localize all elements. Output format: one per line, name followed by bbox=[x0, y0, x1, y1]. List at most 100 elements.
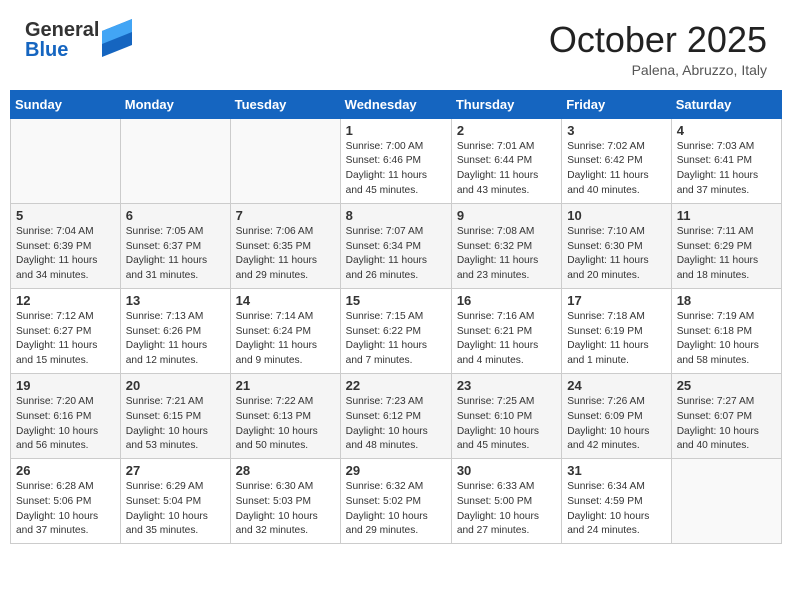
day-number: 26 bbox=[16, 463, 115, 478]
weekday-header: Monday bbox=[120, 90, 230, 118]
weekday-header: Saturday bbox=[671, 90, 781, 118]
calendar-cell: 26 Sunrise: 6:28 AM Sunset: 5:06 PM Dayli… bbox=[11, 459, 121, 544]
day-info: Sunrise: 7:20 AM Sunset: 6:16 PM Dayligh… bbox=[16, 395, 115, 454]
day-info: Sunrise: 7:00 AM Sunset: 6:46 PM Dayligh… bbox=[346, 140, 446, 199]
day-info: Sunrise: 7:15 AM Sunset: 6:22 PM Dayligh… bbox=[346, 310, 446, 369]
day-number: 25 bbox=[677, 378, 776, 393]
day-number: 8 bbox=[346, 208, 446, 223]
calendar-cell: 29 Sunrise: 6:32 AM Sunset: 5:02 PM Dayli… bbox=[340, 459, 451, 544]
day-number: 7 bbox=[236, 208, 335, 223]
day-info: Sunrise: 7:27 AM Sunset: 6:07 PM Dayligh… bbox=[677, 395, 776, 454]
day-number: 11 bbox=[677, 208, 776, 223]
day-info: Sunrise: 7:23 AM Sunset: 6:12 PM Dayligh… bbox=[346, 395, 446, 454]
day-info: Sunrise: 7:05 AM Sunset: 6:37 PM Dayligh… bbox=[126, 225, 225, 284]
day-info: Sunrise: 7:10 AM Sunset: 6:30 PM Dayligh… bbox=[567, 225, 665, 284]
weekday-header: Wednesday bbox=[340, 90, 451, 118]
day-info: Sunrise: 7:01 AM Sunset: 6:44 PM Dayligh… bbox=[457, 140, 556, 199]
calendar-cell: 4 Sunrise: 7:03 AM Sunset: 6:41 PM Daylig… bbox=[671, 118, 781, 203]
calendar-cell: 18Sunrise: 7:19 AM Sunset: 6:18 PM Dayli… bbox=[671, 288, 781, 373]
calendar-cell: 2 Sunrise: 7:01 AM Sunset: 6:44 PM Daylig… bbox=[451, 118, 561, 203]
day-number: 15 bbox=[346, 293, 446, 308]
day-number: 14 bbox=[236, 293, 335, 308]
calendar-cell: 10Sunrise: 7:10 AM Sunset: 6:30 PM Dayli… bbox=[562, 203, 671, 288]
day-number: 13 bbox=[126, 293, 225, 308]
day-number: 20 bbox=[126, 378, 225, 393]
calendar-week-row: 19 Sunrise: 7:20 AM Sunset: 6:16 PM Dayli… bbox=[11, 373, 782, 458]
calendar-cell: 28Sunrise: 6:30 AM Sunset: 5:03 PM Dayli… bbox=[230, 459, 340, 544]
day-number: 30 bbox=[457, 463, 556, 478]
day-number: 29 bbox=[346, 463, 446, 478]
calendar-cell: 27 Sunrise: 6:29 AM Sunset: 5:04 PM Dayli… bbox=[120, 459, 230, 544]
calendar-cell: 1Sunrise: 7:00 AM Sunset: 6:46 PM Daylig… bbox=[340, 118, 451, 203]
calendar-cell: 6 Sunrise: 7:05 AM Sunset: 6:37 PM Daylig… bbox=[120, 203, 230, 288]
day-info: Sunrise: 7:18 AM Sunset: 6:19 PM Dayligh… bbox=[567, 310, 665, 369]
calendar-cell: 11 Sunrise: 7:11 AM Sunset: 6:29 PM Dayli… bbox=[671, 203, 781, 288]
day-info: Sunrise: 6:28 AM Sunset: 5:06 PM Dayligh… bbox=[16, 480, 115, 539]
weekday-header: Sunday bbox=[11, 90, 121, 118]
day-number: 22 bbox=[346, 378, 446, 393]
calendar-cell: 20Sunrise: 7:21 AM Sunset: 6:15 PM Dayli… bbox=[120, 373, 230, 458]
calendar-cell: 23Sunrise: 7:25 AM Sunset: 6:10 PM Dayli… bbox=[451, 373, 561, 458]
day-info: Sunrise: 7:26 AM Sunset: 6:09 PM Dayligh… bbox=[567, 395, 665, 454]
day-number: 5 bbox=[16, 208, 115, 223]
calendar-cell: 17Sunrise: 7:18 AM Sunset: 6:19 PM Dayli… bbox=[562, 288, 671, 373]
day-info: Sunrise: 7:06 AM Sunset: 6:35 PM Dayligh… bbox=[236, 225, 335, 284]
day-info: Sunrise: 7:25 AM Sunset: 6:10 PM Dayligh… bbox=[457, 395, 556, 454]
calendar-cell: 25 Sunrise: 7:27 AM Sunset: 6:07 PM Dayli… bbox=[671, 373, 781, 458]
day-info: Sunrise: 6:33 AM Sunset: 5:00 PM Dayligh… bbox=[457, 480, 556, 539]
calendar-cell: 24 Sunrise: 7:26 AM Sunset: 6:09 PM Dayli… bbox=[562, 373, 671, 458]
calendar-cell: 31 Sunrise: 6:34 AM Sunset: 4:59 PM Dayli… bbox=[562, 459, 671, 544]
day-number: 27 bbox=[126, 463, 225, 478]
logo-icon bbox=[102, 19, 132, 57]
calendar-cell: 14 Sunrise: 7:14 AM Sunset: 6:24 PM Dayli… bbox=[230, 288, 340, 373]
day-number: 2 bbox=[457, 123, 556, 138]
day-info: Sunrise: 7:08 AM Sunset: 6:32 PM Dayligh… bbox=[457, 225, 556, 284]
day-number: 3 bbox=[567, 123, 665, 138]
day-number: 31 bbox=[567, 463, 665, 478]
day-info: Sunrise: 7:12 AM Sunset: 6:27 PM Dayligh… bbox=[16, 310, 115, 369]
calendar-cell bbox=[671, 459, 781, 544]
day-number: 24 bbox=[567, 378, 665, 393]
day-number: 12 bbox=[16, 293, 115, 308]
day-info: Sunrise: 6:29 AM Sunset: 5:04 PM Dayligh… bbox=[126, 480, 225, 539]
day-info: Sunrise: 7:03 AM Sunset: 6:41 PM Dayligh… bbox=[677, 140, 776, 199]
calendar-cell bbox=[11, 118, 121, 203]
day-info: Sunrise: 7:02 AM Sunset: 6:42 PM Dayligh… bbox=[567, 140, 665, 199]
day-number: 16 bbox=[457, 293, 556, 308]
logo-blue: Blue bbox=[25, 40, 99, 60]
day-info: Sunrise: 7:14 AM Sunset: 6:24 PM Dayligh… bbox=[236, 310, 335, 369]
day-info: Sunrise: 6:34 AM Sunset: 4:59 PM Dayligh… bbox=[567, 480, 665, 539]
day-info: Sunrise: 6:32 AM Sunset: 5:02 PM Dayligh… bbox=[346, 480, 446, 539]
weekday-header: Friday bbox=[562, 90, 671, 118]
calendar-week-row: 26 Sunrise: 6:28 AM Sunset: 5:06 PM Dayli… bbox=[11, 459, 782, 544]
day-info: Sunrise: 7:22 AM Sunset: 6:13 PM Dayligh… bbox=[236, 395, 335, 454]
day-number: 6 bbox=[126, 208, 225, 223]
calendar-week-row: 12 Sunrise: 7:12 AM Sunset: 6:27 PM Dayli… bbox=[11, 288, 782, 373]
day-info: Sunrise: 7:16 AM Sunset: 6:21 PM Dayligh… bbox=[457, 310, 556, 369]
calendar-cell bbox=[120, 118, 230, 203]
day-info: Sunrise: 7:07 AM Sunset: 6:34 PM Dayligh… bbox=[346, 225, 446, 284]
calendar-week-row: 1Sunrise: 7:00 AM Sunset: 6:46 PM Daylig… bbox=[11, 118, 782, 203]
calendar-cell: 3 Sunrise: 7:02 AM Sunset: 6:42 PM Daylig… bbox=[562, 118, 671, 203]
calendar-cell: 16 Sunrise: 7:16 AM Sunset: 6:21 PM Dayli… bbox=[451, 288, 561, 373]
calendar-cell: 21 Sunrise: 7:22 AM Sunset: 6:13 PM Dayli… bbox=[230, 373, 340, 458]
calendar-cell: 15 Sunrise: 7:15 AM Sunset: 6:22 PM Dayli… bbox=[340, 288, 451, 373]
calendar-table: SundayMondayTuesdayWednesdayThursdayFrid… bbox=[10, 90, 782, 545]
day-info: Sunrise: 7:11 AM Sunset: 6:29 PM Dayligh… bbox=[677, 225, 776, 284]
day-number: 18 bbox=[677, 293, 776, 308]
day-number: 21 bbox=[236, 378, 335, 393]
calendar-cell: 19 Sunrise: 7:20 AM Sunset: 6:16 PM Dayli… bbox=[11, 373, 121, 458]
weekday-header-row: SundayMondayTuesdayWednesdayThursdayFrid… bbox=[11, 90, 782, 118]
day-number: 4 bbox=[677, 123, 776, 138]
title-block: October 2025 Palena, Abruzzo, Italy bbox=[549, 20, 767, 78]
calendar-cell: 8 Sunrise: 7:07 AM Sunset: 6:34 PM Daylig… bbox=[340, 203, 451, 288]
calendar-cell: 22 Sunrise: 7:23 AM Sunset: 6:12 PM Dayli… bbox=[340, 373, 451, 458]
page-header: General Blue October 2025 Palena, Abruzz… bbox=[10, 10, 782, 86]
calendar-title: October 2025 bbox=[549, 20, 767, 60]
calendar-cell: 12 Sunrise: 7:12 AM Sunset: 6:27 PM Dayli… bbox=[11, 288, 121, 373]
calendar-week-row: 5Sunrise: 7:04 AM Sunset: 6:39 PM Daylig… bbox=[11, 203, 782, 288]
weekday-header: Tuesday bbox=[230, 90, 340, 118]
calendar-cell: 7 Sunrise: 7:06 AM Sunset: 6:35 PM Daylig… bbox=[230, 203, 340, 288]
day-number: 9 bbox=[457, 208, 556, 223]
day-number: 19 bbox=[16, 378, 115, 393]
